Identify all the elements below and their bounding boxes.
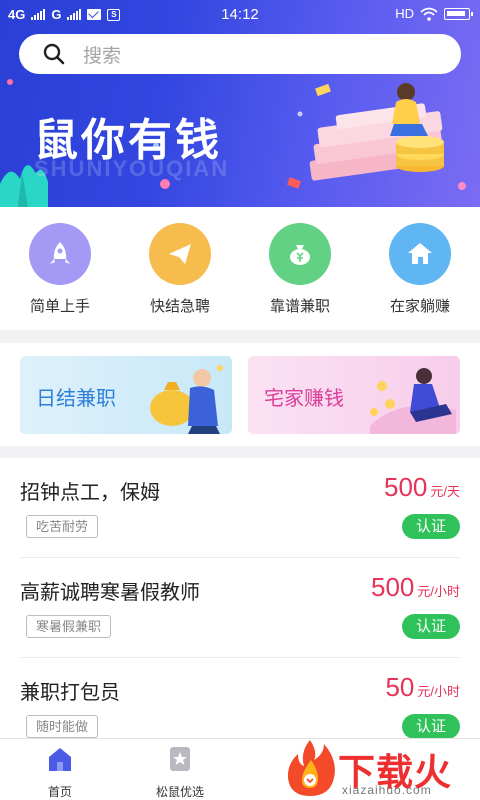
home-icon [49, 748, 71, 771]
category-grid: 简单上手 快结急聘 靠谱兼职 在家躺赚 [0, 207, 480, 330]
job-item[interactable]: 兼职打包员 随时能做 50 元/小时 认证 [20, 658, 460, 740]
battery-icon [444, 7, 473, 20]
price-unit: 元/小时 [417, 584, 460, 599]
job-price: 500 元/天 [384, 472, 460, 503]
job-price: 50 元/小时 [385, 672, 460, 703]
tab-label: 首页 [47, 785, 72, 799]
promo-label: 宅家赚钱 [264, 388, 344, 410]
star-icon [170, 747, 190, 771]
price-amount: 50 [385, 672, 415, 702]
hd-indicator: HD [395, 6, 414, 21]
category-label: 在家躺赚 [389, 298, 450, 315]
category-home-earn[interactable]: 在家躺赚 [360, 223, 480, 316]
price-amount: 500 [370, 572, 415, 602]
job-tag: 随时能做 [26, 715, 99, 738]
money-bag-illustration [150, 365, 223, 434]
promo-home-earn[interactable]: 宅家赚钱 [248, 356, 460, 434]
promo-label: 日结兼职 [36, 388, 116, 410]
verified-badge: 认证 [402, 714, 460, 739]
category-label: 快结急聘 [149, 298, 210, 315]
house-icon [389, 223, 451, 285]
price-amount: 500 [383, 472, 428, 502]
watermark-url: xiazaihuo.com [342, 783, 432, 797]
promo-daily-pay[interactable]: 日结兼职 [20, 356, 232, 434]
rocket-icon [29, 223, 91, 285]
verified-badge: 认证 [402, 514, 460, 539]
header-banner-area: 4G G S 14:12 HD 搜索 SHUNIYOUQIAN 鼠你有钱 [0, 0, 480, 207]
banner-title: 鼠你有钱 [34, 115, 222, 166]
search-icon [43, 43, 65, 65]
category-quick-hire[interactable]: 快结急聘 [120, 223, 240, 316]
paper-plane-icon [149, 223, 211, 285]
watermark-logo: 下载火 xiazaihuo.com [282, 738, 480, 800]
job-item[interactable]: 高薪诚聘寒暑假教师 寒暑假兼职 500 元/小时 认证 [20, 558, 460, 658]
relaxing-person-illustration [370, 368, 456, 434]
category-easy-start[interactable]: 简单上手 [0, 223, 120, 316]
money-bag-icon [269, 223, 331, 285]
category-label: 靠谱兼职 [269, 298, 330, 315]
search-placeholder: 搜索 [83, 45, 122, 67]
job-title: 招钟点工，保姆 [20, 482, 160, 504]
status-right: HD [395, 6, 473, 21]
job-item[interactable]: 招钟点工，保姆 吃苦耐劳 500 元/天 认证 [20, 458, 460, 558]
tab-label: 松鼠优选 [155, 785, 204, 799]
tab-squirrel-picks[interactable]: 松鼠优选 [140, 745, 220, 800]
job-title: 兼职打包员 [20, 682, 120, 704]
promo-section: 日结兼职 宅家赚钱 [0, 343, 480, 446]
tab-home[interactable]: 首页 [20, 745, 100, 800]
category-reliable[interactable]: 靠谱兼职 [240, 223, 360, 316]
status-bar: 4G G S 14:12 HD [0, 0, 480, 30]
price-unit: 元/小时 [417, 684, 460, 699]
flame-logo-icon [287, 740, 335, 796]
job-price: 500 元/小时 [371, 572, 460, 603]
job-tag: 寒暑假兼职 [26, 615, 112, 638]
wifi-icon [420, 7, 438, 21]
job-tag: 吃苦耐劳 [26, 515, 99, 538]
search-bar[interactable]: 搜索 [19, 34, 461, 74]
category-label: 简单上手 [29, 298, 90, 315]
price-unit: 元/天 [430, 484, 460, 499]
job-list: 招钟点工，保姆 吃苦耐劳 500 元/天 认证 高薪诚聘寒暑假教师 寒暑假兼职 … [0, 458, 480, 740]
verified-badge: 认证 [402, 614, 460, 639]
job-title: 高薪诚聘寒暑假教师 [20, 582, 200, 604]
